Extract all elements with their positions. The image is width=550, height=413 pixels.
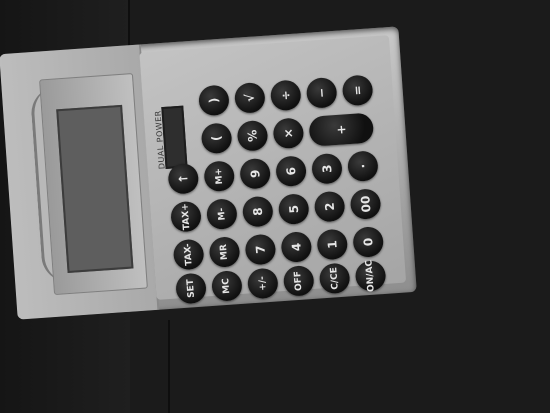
calculator: DUAL POWER ) √ ÷ − = ( % × + ↑ M+ 9 6 3 … bbox=[0, 26, 417, 320]
background-seam-lower bbox=[168, 320, 170, 413]
display-frame bbox=[39, 72, 148, 296]
display-lid bbox=[0, 44, 160, 320]
key-plus[interactable]: + bbox=[308, 112, 375, 147]
lcd-display bbox=[56, 104, 134, 274]
